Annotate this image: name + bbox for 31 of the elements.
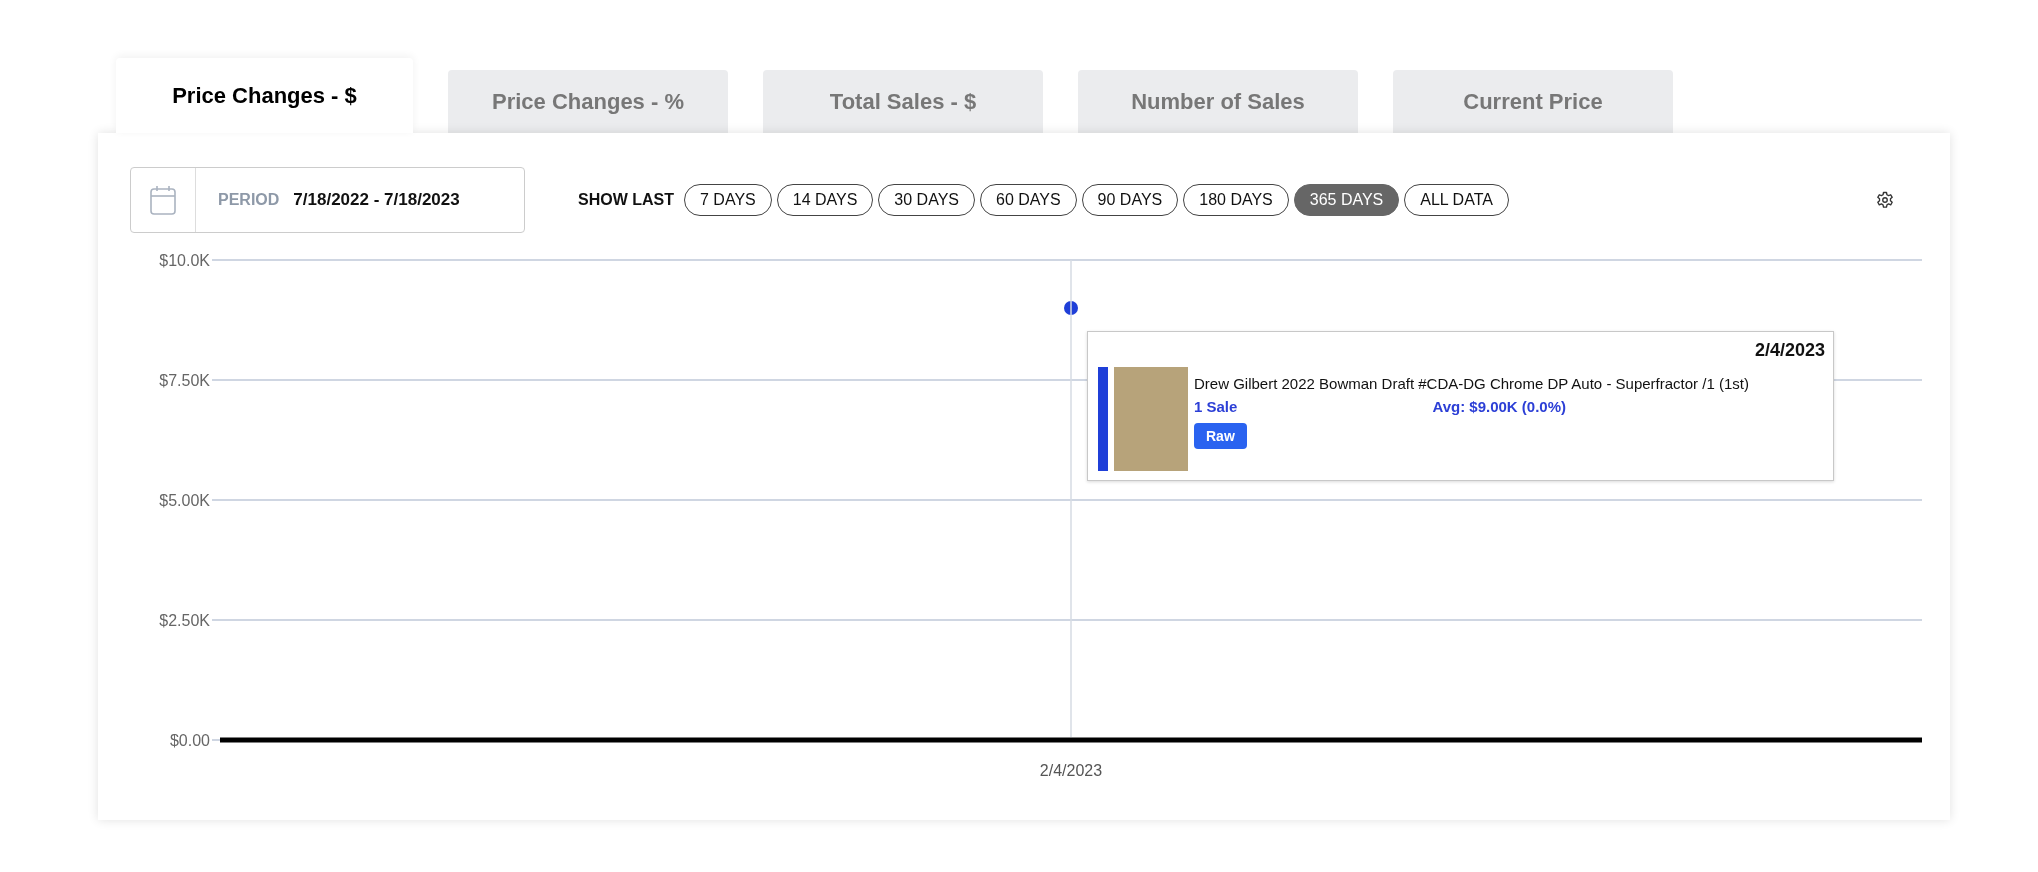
y-tick-label: $10.0K [159, 252, 210, 269]
chart-tab[interactable]: Number of Sales [1078, 70, 1358, 133]
chart-tab[interactable]: Price Changes - % [448, 70, 728, 133]
show-last-label: SHOW LAST [578, 191, 674, 209]
average-price: Avg: $9.00K (0.0%) [1432, 398, 1567, 415]
tooltip-title: Drew Gilbert 2022 Bowman Draft #CDA-DG Chrome DP Auto - Superfractor /1 (1st) [1194, 375, 1749, 392]
range-chip[interactable]: 7 DAYS [684, 184, 772, 216]
x-tick-label: 2/4/2023 [1039, 762, 1103, 779]
range-chip[interactable]: ALL DATA [1404, 184, 1509, 216]
settings-icon[interactable] [1876, 191, 1894, 209]
tooltip-date: 2/4/2023 [1753, 340, 1825, 361]
chart-tab[interactable]: Price Changes - $ [116, 58, 413, 133]
sales-count: 1 Sale [1194, 398, 1238, 415]
range-chip[interactable]: 90 DAYS [1081, 184, 1179, 216]
range-chip[interactable]: 60 DAYS [980, 184, 1077, 216]
y-tick-label: $7.50K [159, 372, 210, 389]
y-tick-label: $0.00 [169, 732, 210, 749]
range-chip[interactable]: 365 DAYS [1293, 184, 1400, 216]
range-chip[interactable]: 14 DAYS [776, 184, 874, 216]
range-chip[interactable]: 30 DAYS [878, 184, 975, 216]
period-picker[interactable]: PERIOD 7/18/2022 - 7/18/2023 [130, 167, 525, 233]
range-chip[interactable]: 180 DAYS [1183, 184, 1289, 216]
grade-tag: Raw [1194, 423, 1247, 449]
y-tick-label: $5.00K [159, 492, 210, 509]
y-tick-label: $2.50K [159, 612, 210, 629]
chart-tab[interactable]: Total Sales - $ [763, 70, 1043, 133]
data-point[interactable] [1064, 301, 1078, 315]
period-value: 7/18/2022 - 7/18/2023 [293, 190, 460, 210]
calendar-icon [150, 185, 176, 215]
period-label: PERIOD [218, 191, 280, 209]
chart-tab[interactable]: Current Price [1393, 70, 1673, 133]
